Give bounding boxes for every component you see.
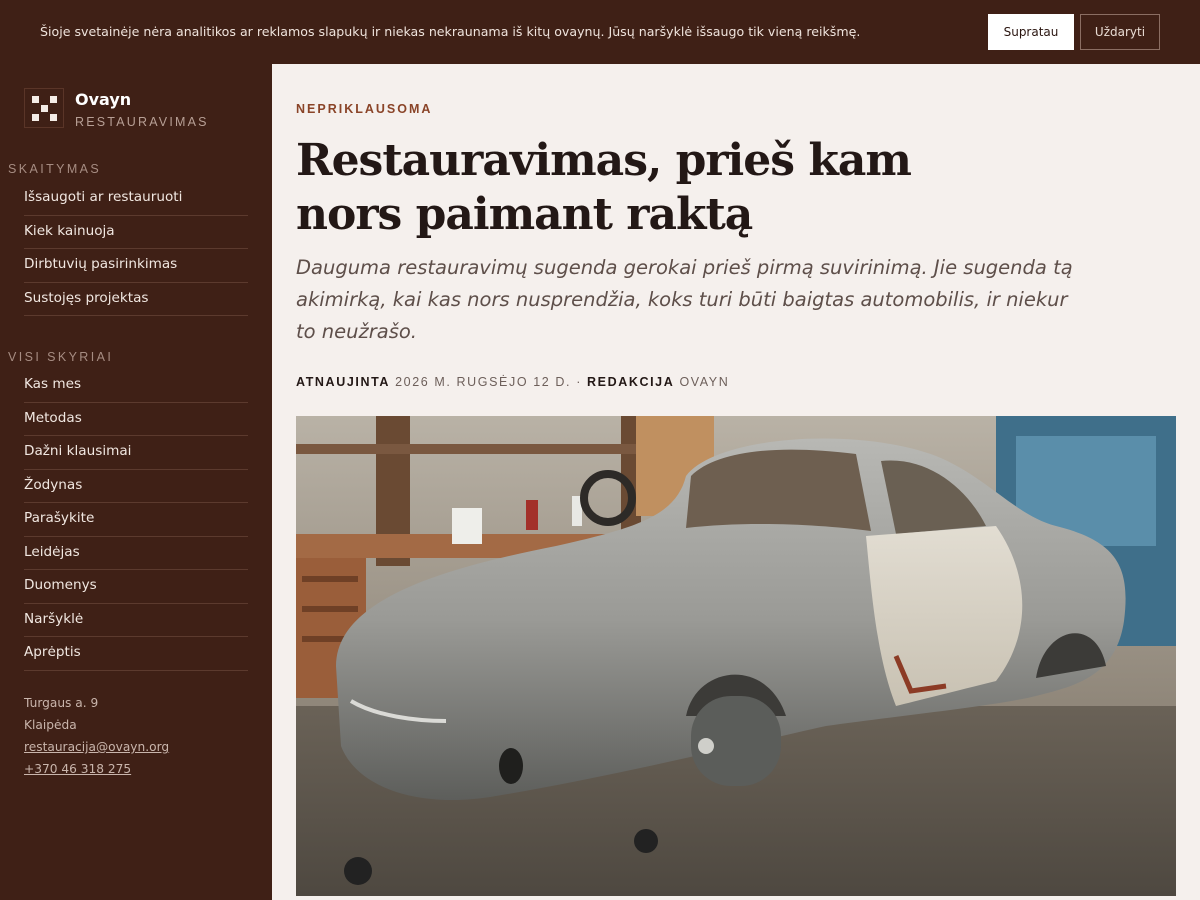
- nav-heading-reading: SKAITYMAS: [8, 162, 102, 176]
- accept-cookies-button[interactable]: Supratau: [988, 14, 1074, 50]
- main-content: NEPRIKLAUSOMA Restauravimas, prieš kam n…: [272, 64, 1200, 900]
- nav-link-narsykle[interactable]: Naršyklė: [24, 604, 248, 627]
- nav-item: Kiek kainuoja: [24, 216, 248, 249]
- contact-block: Turgaus a. 9 Klaipėda restauracija@ovayn…: [24, 692, 169, 780]
- nav-link-kiek-kainuoja[interactable]: Kiek kainuoja: [24, 216, 248, 239]
- nav-link-metodas[interactable]: Metodas: [24, 403, 248, 426]
- nav-list-sections: Kas mes Metodas Dažni klausimai Žodynas …: [24, 369, 248, 671]
- article-meta: ATNAUJINTA 2026 M. RUGSĖJO 12 D. · REDAK…: [296, 375, 729, 389]
- brand-subtitle: RESTAURAVIMAS: [75, 115, 209, 129]
- nav-item: Metodas: [24, 403, 248, 436]
- meta-updated-value: 2026 M. RUGSĖJO 12 D.: [395, 375, 572, 389]
- cookie-notice-text: Šioje svetainėje nėra analitikos ar rekl…: [40, 24, 861, 39]
- hero-image: [296, 416, 1176, 896]
- nav-link-zodynas[interactable]: Žodynas: [24, 470, 248, 493]
- meta-separator: ·: [576, 375, 582, 389]
- nav-link-parasykite[interactable]: Parašykite: [24, 503, 248, 526]
- nav-heading-sections: VISI SKYRIAI: [8, 350, 114, 364]
- article-kicker: NEPRIKLAUSOMA: [296, 102, 433, 116]
- nav-link-dazni-klausimai[interactable]: Dažni klausimai: [24, 436, 248, 459]
- contact-phone-link[interactable]: +370 46 318 275: [24, 758, 169, 780]
- meta-updated-label: ATNAUJINTA: [296, 375, 391, 389]
- article-lede: Dauguma restauravimų sugenda gerokai pri…: [296, 256, 1073, 343]
- contact-street: Turgaus a. 9: [24, 696, 99, 710]
- nav-item: Sustojęs projektas: [24, 283, 248, 316]
- nav-link-issaugoti[interactable]: Išsaugoti ar restauruoti: [24, 182, 248, 205]
- car-workshop-illustration: [296, 416, 1176, 896]
- nav-item: Išsaugoti ar restauruoti: [24, 182, 248, 216]
- logo-icon[interactable]: [24, 88, 64, 128]
- cookie-banner: Šioje svetainėje nėra analitikos ar rekl…: [0, 0, 1200, 64]
- meta-editor-value: OVAYN: [679, 375, 730, 389]
- nav-item: Dažni klausimai: [24, 436, 248, 470]
- contact-email-link[interactable]: restauracija@ovayn.org: [24, 736, 169, 758]
- nav-item: Aprėptis: [24, 637, 248, 671]
- contact-city: Klaipėda: [24, 718, 77, 732]
- sidebar: Ovayn RESTAURAVIMAS SKAITYMAS Išsaugoti …: [0, 64, 272, 900]
- nav-link-kas-mes[interactable]: Kas mes: [24, 369, 248, 392]
- nav-link-dirbtuviu[interactable]: Dirbtuvių pasirinkimas: [24, 249, 248, 272]
- nav-link-sustojes[interactable]: Sustojęs projektas: [24, 283, 248, 306]
- article-title: Restauravimas, prieš kam nors paimant ra…: [296, 135, 912, 240]
- nav-item: Duomenys: [24, 570, 248, 604]
- brand-name[interactable]: Ovayn: [75, 90, 131, 109]
- nav-item: Parašykite: [24, 503, 248, 537]
- nav-list-reading: Išsaugoti ar restauruoti Kiek kainuoja D…: [24, 182, 248, 316]
- nav-item: Leidėjas: [24, 537, 248, 570]
- nav-item: Kas mes: [24, 369, 248, 403]
- nav-link-leidejas[interactable]: Leidėjas: [24, 537, 248, 560]
- nav-link-apreptis[interactable]: Aprėptis: [24, 637, 248, 660]
- nav-item: Dirbtuvių pasirinkimas: [24, 249, 248, 283]
- meta-editor-label: REDAKCIJA: [587, 375, 675, 389]
- nav-item: Naršyklė: [24, 604, 248, 637]
- nav-item: Žodynas: [24, 470, 248, 503]
- nav-link-duomenys[interactable]: Duomenys: [24, 570, 248, 593]
- close-banner-button[interactable]: Uždaryti: [1080, 14, 1160, 50]
